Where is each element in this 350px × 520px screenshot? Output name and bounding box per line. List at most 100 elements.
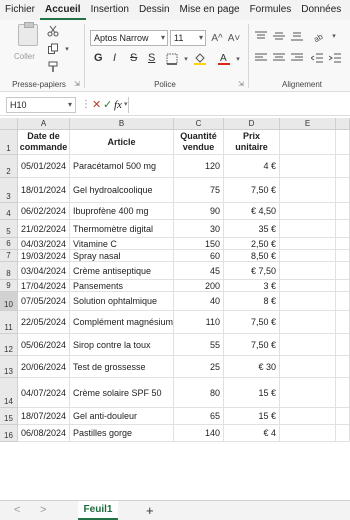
- cell-empty[interactable]: [336, 238, 350, 250]
- cell-date[interactable]: 06/02/2024: [18, 203, 70, 220]
- bold-button[interactable]: G: [94, 52, 103, 64]
- cut-icon[interactable]: [46, 24, 60, 38]
- column-header-a[interactable]: A: [18, 118, 70, 130]
- add-sheet-button[interactable]: +: [146, 503, 154, 518]
- cell-empty[interactable]: [336, 130, 350, 155]
- cell-quantity[interactable]: 90: [174, 203, 224, 220]
- row-header[interactable]: 14: [0, 378, 18, 408]
- cell-empty[interactable]: [336, 292, 350, 311]
- cell-date[interactable]: 20/06/2024: [18, 356, 70, 378]
- cancel-icon[interactable]: ✕: [92, 97, 101, 113]
- cell-empty[interactable]: [336, 378, 350, 408]
- cell-article[interactable]: Solution ophtalmique: [70, 292, 174, 311]
- cell-empty[interactable]: [336, 203, 350, 220]
- cell-price[interactable]: 7,50 €: [224, 334, 280, 356]
- cell-empty[interactable]: [336, 311, 350, 334]
- font-dialog-launcher-icon[interactable]: ⇲: [238, 80, 244, 88]
- cell-date[interactable]: 06/08/2024: [18, 425, 70, 442]
- row-header[interactable]: 7: [0, 250, 18, 262]
- cell-price[interactable]: 8,50 €: [224, 250, 280, 262]
- align-middle-icon[interactable]: [272, 30, 286, 42]
- header-cell-quantity[interactable]: Quantité vendue: [174, 130, 224, 155]
- orientation-icon[interactable]: ab: [310, 28, 328, 44]
- cell-empty[interactable]: [280, 238, 336, 250]
- row-header[interactable]: 2: [0, 155, 18, 178]
- cell-article[interactable]: Crème antiseptique: [70, 262, 174, 280]
- cell-article[interactable]: Pansements: [70, 280, 174, 292]
- cell-article[interactable]: Ibuprofène 400 mg: [70, 203, 174, 220]
- column-header-c[interactable]: C: [174, 118, 224, 130]
- strikethrough-button[interactable]: S: [130, 52, 137, 64]
- cell-empty[interactable]: [280, 250, 336, 262]
- cell-date[interactable]: 17/04/2024: [18, 280, 70, 292]
- font-size-select[interactable]: 11 ▾: [170, 30, 206, 46]
- align-center-icon[interactable]: [272, 52, 286, 64]
- cell-price[interactable]: € 30: [224, 356, 280, 378]
- cell-empty[interactable]: [336, 262, 350, 280]
- borders-icon[interactable]: [164, 52, 180, 66]
- cell-article[interactable]: Test de grossesse: [70, 356, 174, 378]
- tab-donnees[interactable]: Données: [296, 2, 346, 20]
- cell-empty[interactable]: [336, 155, 350, 178]
- cell-quantity[interactable]: 65: [174, 408, 224, 425]
- row-header[interactable]: 15: [0, 408, 18, 425]
- name-box[interactable]: H10 ▾: [6, 97, 76, 113]
- cell-quantity[interactable]: 120: [174, 155, 224, 178]
- cell-empty[interactable]: [280, 378, 336, 408]
- column-header-e[interactable]: E: [280, 118, 336, 130]
- cell-quantity[interactable]: 110: [174, 311, 224, 334]
- cell-date[interactable]: 22/05/2024: [18, 311, 70, 334]
- column-header-b[interactable]: B: [70, 118, 174, 130]
- cell-empty[interactable]: [336, 356, 350, 378]
- tab-insertion[interactable]: Insertion: [86, 2, 134, 20]
- cell-article[interactable]: Vitamine C: [70, 238, 174, 250]
- formula-input[interactable]: [128, 97, 350, 113]
- row-header[interactable]: 8: [0, 262, 18, 280]
- clipboard-dialog-launcher-icon[interactable]: ⇲: [74, 80, 80, 88]
- cell-date[interactable]: 03/04/2024: [18, 262, 70, 280]
- spreadsheet-grid[interactable]: A B C D E 1 Date de commande Article Quantité ve…: [0, 118, 350, 500]
- header-cell-article[interactable]: Article: [70, 130, 174, 155]
- enter-icon[interactable]: ✓: [103, 97, 112, 113]
- cell-empty[interactable]: [280, 262, 336, 280]
- cell-empty[interactable]: [336, 408, 350, 425]
- insert-function-icon[interactable]: fx: [114, 97, 122, 113]
- cell-quantity[interactable]: 150: [174, 238, 224, 250]
- cell-article[interactable]: Crème solaire SPF 50: [70, 378, 174, 408]
- cell-price[interactable]: 35 €: [224, 220, 280, 238]
- row-header[interactable]: 6: [0, 238, 18, 250]
- row-header[interactable]: 9: [0, 280, 18, 292]
- align-right-icon[interactable]: [290, 52, 304, 64]
- cell-price[interactable]: € 4,50: [224, 203, 280, 220]
- font-name-select[interactable]: Aptos Narrow ▾: [90, 30, 168, 46]
- decrease-indent-icon[interactable]: [310, 52, 324, 64]
- increase-indent-icon[interactable]: [328, 52, 342, 64]
- row-header[interactable]: 11: [0, 311, 18, 334]
- cell-article[interactable]: Complément magnésium: [70, 311, 174, 334]
- cell-price[interactable]: 8 €: [224, 292, 280, 311]
- cell-date[interactable]: 05/01/2024: [18, 155, 70, 178]
- cell-article[interactable]: Sirop contre la toux: [70, 334, 174, 356]
- paste-icon[interactable]: [18, 22, 38, 46]
- underline-button[interactable]: S: [148, 52, 155, 64]
- cell-quantity[interactable]: 75: [174, 178, 224, 203]
- chevron-down-icon[interactable]: ▾: [124, 97, 128, 113]
- cell-empty[interactable]: [280, 280, 336, 292]
- next-sheet-icon[interactable]: >: [40, 504, 46, 516]
- cell-empty[interactable]: [336, 334, 350, 356]
- copy-icon[interactable]: [46, 42, 60, 56]
- cell-price[interactable]: 7,50 €: [224, 311, 280, 334]
- cell-article[interactable]: Gel hydroalcoolique: [70, 178, 174, 203]
- chevron-down-icon[interactable]: ▾: [330, 28, 338, 44]
- fill-color-icon[interactable]: [192, 50, 208, 66]
- italic-button[interactable]: I: [113, 52, 116, 64]
- cell-article[interactable]: Pastilles gorge: [70, 425, 174, 442]
- cell-empty[interactable]: [280, 292, 336, 311]
- cell-price[interactable]: 15 €: [224, 408, 280, 425]
- chevron-down-icon[interactable]: ▾: [62, 42, 72, 56]
- cell-empty[interactable]: [280, 155, 336, 178]
- cell-empty[interactable]: [280, 311, 336, 334]
- cell-price[interactable]: € 7,50: [224, 262, 280, 280]
- cell-quantity[interactable]: 45: [174, 262, 224, 280]
- cell-date[interactable]: 18/07/2024: [18, 408, 70, 425]
